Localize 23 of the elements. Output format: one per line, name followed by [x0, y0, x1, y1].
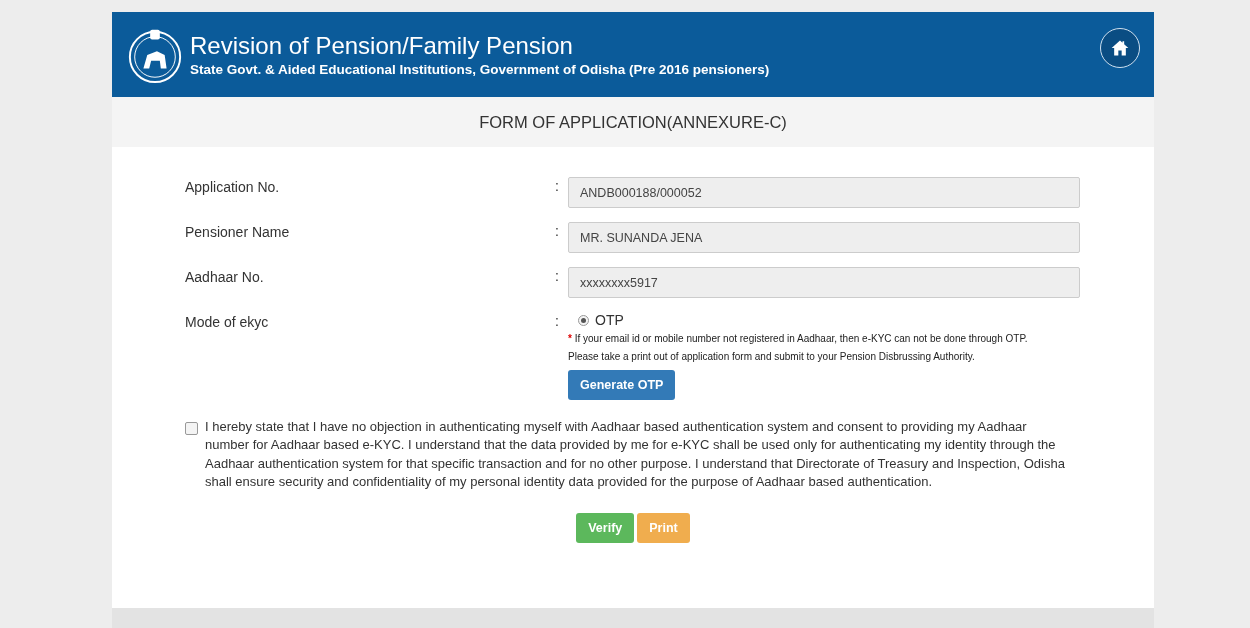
- radio-button[interactable]: [578, 314, 589, 326]
- colon: :: [555, 177, 560, 196]
- declaration-text: I hereby state that I have no objection in authenticating myself with Aadhaar based authentication system and consent to providing my Aadhaar number for Aadhaar based e-KYC. I understand that the data provided by me for e-KYC shall be used only for authenticating my identity through the Aadhaar authentication system for that specific transaction and for no other purpose. I understand that Directorate of Treasury and Inspection, Odisha shall ensure security and confidentiality of my personal identity data provided for the purpose of Aadhaar based authentication.: [205, 418, 1066, 491]
- checkbox[interactable]: [185, 422, 198, 435]
- generate-otp-button[interactable]: Generate OTP: [568, 370, 676, 400]
- note-text: If your email id or mobile number not registered in Aadhaar, then e-KYC can not be done through OTP.: [574, 333, 1028, 344]
- colon: :: [555, 222, 560, 241]
- radio-label: OTP: [595, 312, 624, 328]
- field-label: Pensioner Name: [185, 223, 291, 242]
- input-field[interactable]: MR. SUNANDA JENA: [568, 222, 1080, 253]
- field-label: Aadhaar No.: [185, 268, 265, 287]
- site-subtitle: State Govt. & Aided Educational Institutions, Government of Odisha (Pre 2016 pensioners): [190, 62, 771, 77]
- colon: :: [555, 312, 560, 331]
- colon: :: [555, 267, 560, 286]
- input-field[interactable]: ANDB000188/000052: [568, 177, 1080, 208]
- required-mark: *: [568, 333, 572, 344]
- form-title: FORM OF APPLICATION(ANNEXURE-C): [479, 112, 787, 132]
- field-label: Mode of ekyc: [185, 313, 270, 332]
- input-field[interactable]: xxxxxxxx5917: [568, 267, 1080, 298]
- site-title: Revision of Pension/Family Pension: [190, 32, 574, 60]
- home-button[interactable]: [1100, 27, 1140, 68]
- note-text: Please take a print out of application form and submit to your Pension Disbrussing Authority.: [568, 350, 976, 364]
- field-label: Application No.: [185, 178, 281, 197]
